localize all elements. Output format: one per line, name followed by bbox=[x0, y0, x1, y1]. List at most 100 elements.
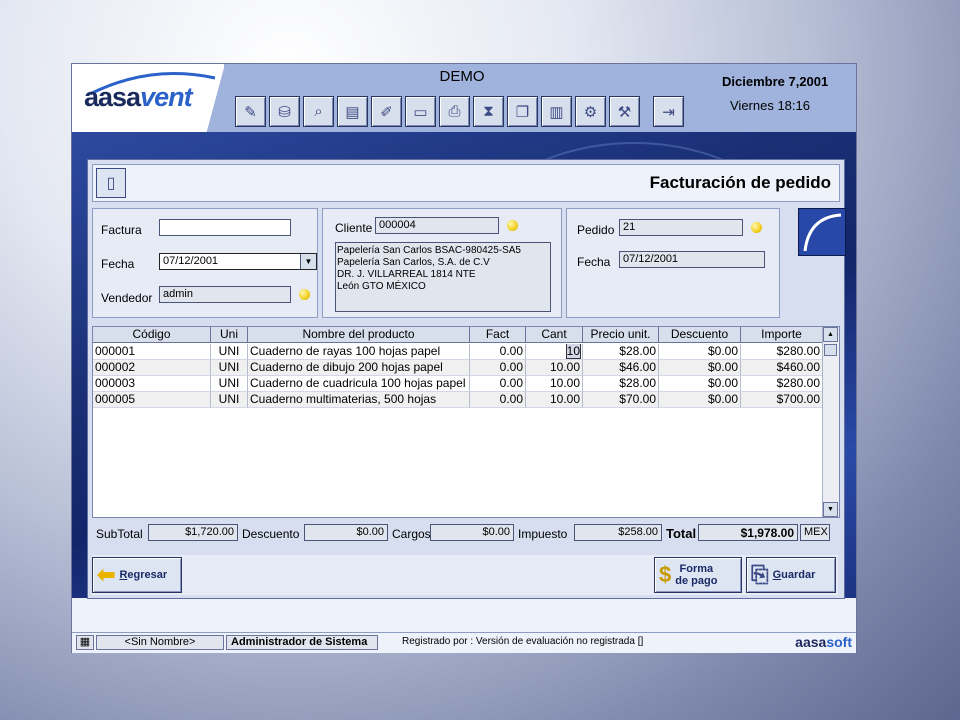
cell-importe[interactable]: $700.00 bbox=[741, 392, 823, 408]
cell-precio[interactable]: $28.00 bbox=[583, 376, 659, 392]
cell-producto[interactable]: Cuaderno de cuadricula 100 hojas papel bbox=[248, 376, 470, 392]
copias-icon[interactable]: ❐ bbox=[507, 96, 538, 127]
save-icon: ⎘ bbox=[751, 562, 769, 587]
column-header[interactable]: Precio unit. bbox=[583, 327, 659, 343]
current-time: Viernes 18:16 bbox=[730, 98, 810, 113]
cell-uni[interactable]: UNI bbox=[211, 392, 248, 408]
reloj-icon[interactable]: ⧗ bbox=[473, 96, 504, 127]
cliente-field[interactable]: 000004 bbox=[375, 217, 499, 234]
engranes-icon[interactable]: ⚙ bbox=[575, 96, 606, 127]
column-header[interactable]: Descuento bbox=[659, 327, 741, 343]
items-table[interactable]: Código Uni Nombre del producto Fact Cant… bbox=[92, 326, 840, 518]
form-title-bar: ▯ Facturación de pedido bbox=[92, 164, 840, 202]
cell-codigo[interactable]: 000003 bbox=[93, 376, 211, 392]
facturacion-panel: ▯ Facturación de pedido Factura Fecha 07… bbox=[87, 159, 846, 599]
cell-producto[interactable]: Cuaderno multimaterias, 500 hojas bbox=[248, 392, 470, 408]
cell-cant[interactable]: 10.00 bbox=[526, 376, 583, 392]
curve-icon[interactable] bbox=[798, 208, 846, 256]
cell-importe[interactable]: $280.00 bbox=[741, 376, 823, 392]
cell-fact[interactable]: 0.00 bbox=[470, 392, 526, 408]
column-header[interactable]: Importe bbox=[741, 327, 823, 343]
app-window: aasavent DEMO Diciembre 7,2001 Viernes 1… bbox=[72, 64, 856, 653]
cell-precio[interactable]: $46.00 bbox=[583, 360, 659, 376]
status-registro: Registrado por : Versión de evaluación n… bbox=[402, 636, 644, 647]
logo: aasavent bbox=[84, 82, 193, 112]
cell-codigo[interactable]: 000001 bbox=[93, 344, 211, 360]
grid-icon[interactable]: ▦ bbox=[76, 635, 94, 650]
table-row[interactable]: 000003 UNI Cuaderno de cuadricula 100 ho… bbox=[93, 376, 823, 392]
salir-icon[interactable]: ⇥ bbox=[653, 96, 684, 127]
pedido-label: Pedido bbox=[577, 223, 615, 237]
impuesto-field: $258.00 bbox=[574, 524, 662, 541]
cell-producto[interactable]: Cuaderno de rayas 100 hojas papel bbox=[248, 344, 470, 360]
descuento-field: $0.00 bbox=[304, 524, 388, 541]
chevron-down-icon[interactable]: ▼ bbox=[300, 254, 316, 269]
table-row[interactable]: 000002 UNI Cuaderno de dibujo 200 hojas … bbox=[93, 360, 823, 376]
column-header[interactable]: Nombre del producto bbox=[248, 327, 470, 343]
cell-codigo[interactable]: 000002 bbox=[93, 360, 211, 376]
column-header[interactable]: Cant bbox=[526, 327, 583, 343]
subtotal-field: $1,720.00 bbox=[148, 524, 238, 541]
vendedor-field[interactable]: admin bbox=[159, 286, 291, 303]
edicion-icon[interactable]: ✐ bbox=[371, 96, 402, 127]
cliente-lookup-icon[interactable] bbox=[507, 220, 518, 231]
cargos-field: $0.00 bbox=[430, 524, 514, 541]
cell-descuento[interactable]: $0.00 bbox=[659, 344, 741, 360]
cell-cant[interactable]: 10.00 bbox=[526, 392, 583, 408]
pedido-lookup-icon[interactable] bbox=[751, 222, 762, 233]
column-header[interactable]: Uni bbox=[211, 327, 248, 343]
consulta-icon[interactable]: ⌕ bbox=[303, 96, 334, 127]
column-header[interactable]: Código bbox=[93, 327, 211, 343]
cell-precio[interactable]: $28.00 bbox=[583, 344, 659, 360]
herramientas-icon[interactable]: ⚒ bbox=[609, 96, 640, 127]
cell-descuento[interactable]: $0.00 bbox=[659, 376, 741, 392]
pedido-icon[interactable]: ✎ bbox=[235, 96, 266, 127]
cell-uni[interactable]: UNI bbox=[211, 360, 248, 376]
cell-fact[interactable]: 0.00 bbox=[470, 360, 526, 376]
cell-importe[interactable]: $460.00 bbox=[741, 360, 823, 376]
scroll-up-icon[interactable]: ▲ bbox=[823, 327, 838, 342]
pedido-box: Pedido 21 Fecha 07/12/2001 bbox=[566, 208, 780, 318]
documento-icon[interactable]: ▤ bbox=[337, 96, 368, 127]
cliente-box: Cliente 000004 Papelería San Carlos BSAC… bbox=[322, 208, 562, 318]
fecha-select[interactable]: 07/12/2001 ▼ bbox=[159, 253, 317, 270]
status-brand: aasasoft bbox=[795, 634, 852, 650]
cell-descuento[interactable]: $0.00 bbox=[659, 392, 741, 408]
scroll-down-icon[interactable]: ▼ bbox=[823, 502, 838, 517]
cell-uni[interactable]: UNI bbox=[211, 344, 248, 360]
inventario-icon[interactable]: ⛁ bbox=[269, 96, 300, 127]
cell-cant-value[interactable]: 10 bbox=[565, 344, 582, 359]
libros-icon[interactable]: ▥ bbox=[541, 96, 572, 127]
cell-codigo[interactable]: 000005 bbox=[93, 392, 211, 408]
cell-cant-editing[interactable]: 10 bbox=[526, 344, 583, 360]
caja-icon[interactable]: ⎙ bbox=[439, 96, 470, 127]
regresar-button[interactable]: ⬅ Regresar bbox=[92, 557, 182, 593]
table-row[interactable]: 000005 UNI Cuaderno multimaterias, 500 h… bbox=[93, 392, 823, 408]
guardar-button[interactable]: ⎘ Guardar bbox=[746, 557, 836, 593]
cell-producto[interactable]: Cuaderno de dibujo 200 hojas papel bbox=[248, 360, 470, 376]
table-row[interactable]: 000001 UNI Cuaderno de rayas 100 hojas p… bbox=[93, 344, 823, 360]
cell-uni[interactable]: UNI bbox=[211, 376, 248, 392]
fecha-label: Fecha bbox=[101, 257, 135, 271]
factura-label: Factura bbox=[101, 223, 142, 237]
credito-icon[interactable]: ▭ bbox=[405, 96, 436, 127]
table-scrollbar[interactable]: ▲ ▼ bbox=[822, 327, 839, 517]
forma-de-pago-button[interactable]: $ Forma de pago bbox=[654, 557, 742, 593]
guardar-label: Guardar bbox=[772, 569, 816, 581]
descuento-label: Descuento bbox=[242, 527, 300, 541]
money-icon: $ bbox=[659, 562, 672, 587]
totals-bar: SubTotal $1,720.00 Descuento $0.00 Cargo… bbox=[92, 520, 838, 546]
vendedor-lookup-icon[interactable] bbox=[299, 289, 310, 300]
pedido-field[interactable]: 21 bbox=[619, 219, 743, 236]
cell-precio[interactable]: $70.00 bbox=[583, 392, 659, 408]
scroll-thumb[interactable] bbox=[824, 344, 837, 356]
column-header[interactable]: Fact bbox=[470, 327, 526, 343]
pedido-fecha-field[interactable]: 07/12/2001 bbox=[619, 251, 765, 268]
cliente-address: Papelería San Carlos BSAC-980425-SA5 Pap… bbox=[335, 242, 551, 312]
cell-cant[interactable]: 10.00 bbox=[526, 360, 583, 376]
cell-importe[interactable]: $280.00 bbox=[741, 344, 823, 360]
cell-fact[interactable]: 0.00 bbox=[470, 344, 526, 360]
cell-fact[interactable]: 0.00 bbox=[470, 376, 526, 392]
cell-descuento[interactable]: $0.00 bbox=[659, 360, 741, 376]
factura-input[interactable] bbox=[159, 219, 291, 236]
